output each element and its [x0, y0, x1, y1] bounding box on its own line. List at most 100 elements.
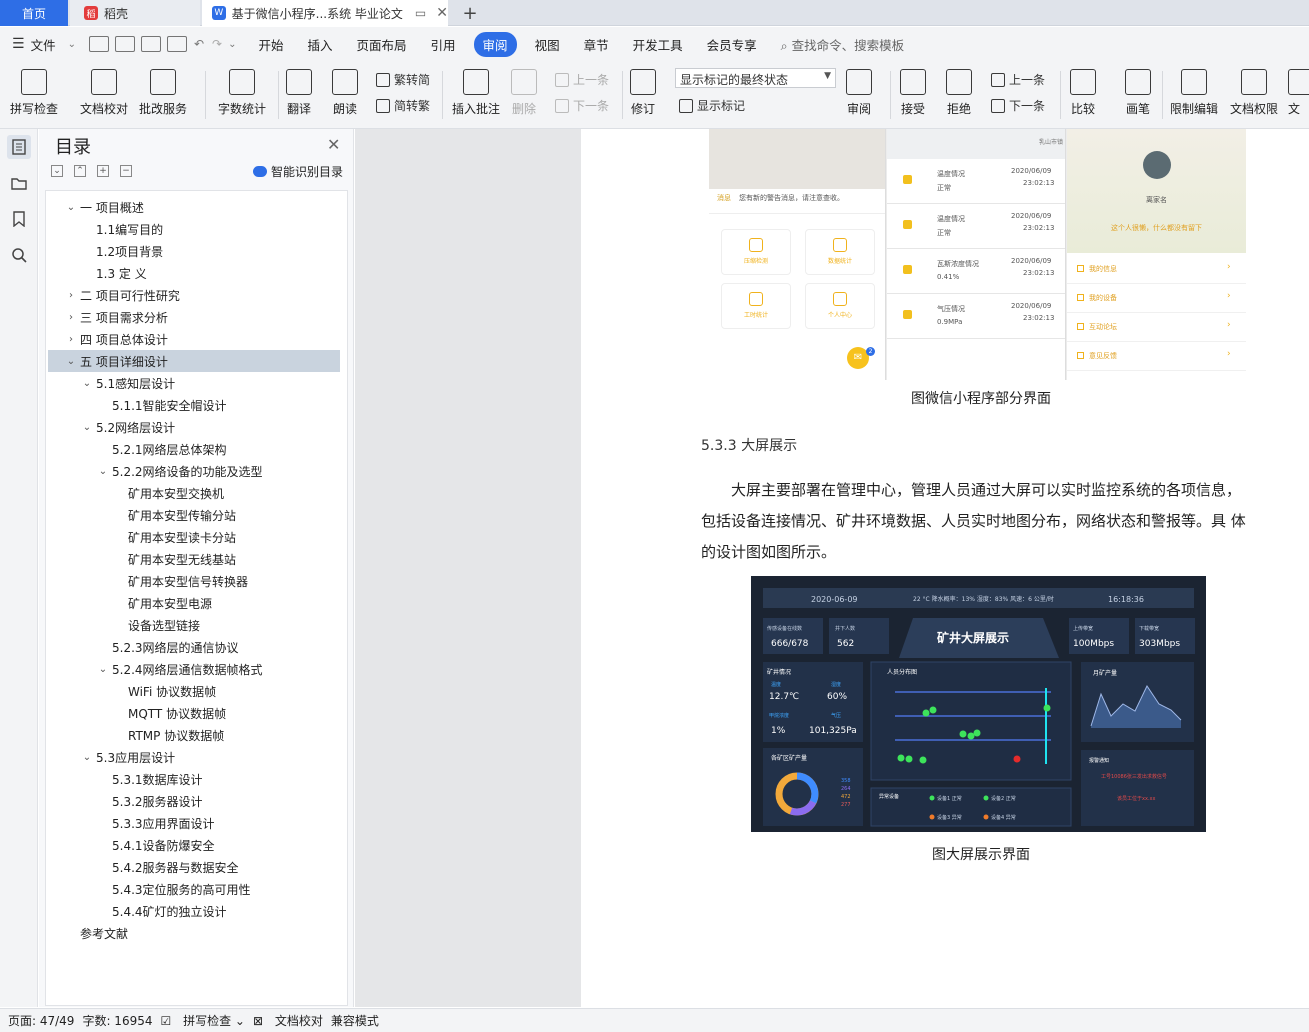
- doc-permission-button[interactable]: 文档权限: [1230, 65, 1278, 117]
- tab-document[interactable]: W 基于微信小程序...系统 毕业论文 ▭ ✕: [202, 0, 448, 26]
- toc-item[interactable]: ⌄ 5.3应用层设计: [48, 746, 340, 768]
- tab-close-icon[interactable]: ✕: [436, 5, 448, 21]
- toc-item[interactable]: › 四 项目总体设计: [48, 328, 340, 350]
- next-comment-button[interactable]: 下一条: [555, 97, 609, 114]
- toc-item[interactable]: ⌄ 5.1感知层设计: [48, 372, 340, 394]
- chevron-down-icon[interactable]: ⌄: [82, 422, 92, 433]
- toc-item[interactable]: 5.1.1智能安全帽设计: [48, 394, 340, 416]
- toc-item[interactable]: 矿用本安型电源: [48, 592, 340, 614]
- reject-button[interactable]: 拒绝: [946, 65, 972, 117]
- status-spell-check[interactable]: ☑ 拼写检查 ⌄: [161, 1012, 245, 1029]
- toc-item[interactable]: 矿用本安型传输分站: [48, 504, 340, 526]
- status-doc-proof[interactable]: ⊠ 文档校对: [253, 1012, 323, 1029]
- chevron-right-icon[interactable]: ›: [66, 312, 76, 323]
- toc-item[interactable]: › 二 项目可行性研究: [48, 284, 340, 306]
- chevron-down-icon[interactable]: ⌄: [98, 466, 108, 477]
- review-pane-button[interactable]: 审阅: [846, 65, 872, 117]
- toc-item[interactable]: 矿用本安型读卡分站: [48, 526, 340, 548]
- chevron-down-icon[interactable]: ⌄: [68, 39, 76, 50]
- ribbon-tab-4[interactable]: 审阅: [473, 31, 517, 57]
- toc-item[interactable]: 矿用本安型信号转换器: [48, 570, 340, 592]
- command-search[interactable]: ⌕ 查找命令、搜索模板: [781, 35, 905, 54]
- toc-item[interactable]: ⌄ 5.2.2网络设备的功能及选型: [48, 460, 340, 482]
- prev-change-button[interactable]: 上一条: [991, 71, 1045, 88]
- ribbon-tab-6[interactable]: 章节: [572, 35, 621, 54]
- restrict-edit-button[interactable]: 限制编辑: [1170, 65, 1218, 117]
- next-change-button[interactable]: 下一条: [991, 97, 1045, 114]
- export-pdf-icon[interactable]: [114, 36, 135, 52]
- save-icon[interactable]: [88, 36, 109, 52]
- ribbon-tab-5[interactable]: 视图: [523, 35, 572, 54]
- track-changes-button[interactable]: 修订: [630, 65, 656, 117]
- toc-item[interactable]: 设备选型链接: [48, 614, 340, 636]
- chevron-right-icon[interactable]: ›: [66, 290, 76, 301]
- toc-item[interactable]: 1.1编写目的: [48, 218, 340, 240]
- chevron-down-icon[interactable]: ⌄: [82, 378, 92, 389]
- ribbon-tab-2[interactable]: 页面布局: [345, 35, 419, 54]
- insert-comment-button[interactable]: 插入批注: [452, 65, 500, 117]
- toc-item[interactable]: 5.2.1网络层总体架构: [48, 438, 340, 460]
- toc-item[interactable]: 5.3.1数据库设计: [48, 768, 340, 790]
- markup-state-select[interactable]: 显示标记的最终状态 ▼: [675, 68, 836, 88]
- toc-item[interactable]: 矿用本安型交换机: [48, 482, 340, 504]
- toc-item[interactable]: ⌄ 一 项目概述: [48, 196, 340, 218]
- toc-item[interactable]: MQTT 协议数据帧: [48, 702, 340, 724]
- prev-comment-button[interactable]: 上一条: [555, 71, 609, 88]
- pen-button[interactable]: 画笔: [1125, 65, 1151, 117]
- ribbon-tab-3[interactable]: 引用: [419, 35, 468, 54]
- compare-button[interactable]: 比较: [1070, 65, 1096, 117]
- toc-item[interactable]: 矿用本安型无线基站: [48, 548, 340, 570]
- redo-icon[interactable]: ↷: [212, 37, 222, 51]
- doc-proof-button[interactable]: 文档校对: [80, 65, 128, 117]
- tab-home[interactable]: 首页: [0, 0, 68, 26]
- toc-item[interactable]: 5.3.2服务器设计: [48, 790, 340, 812]
- ribbon-tab-0[interactable]: 开始: [246, 35, 295, 54]
- word-count-button[interactable]: 字数统计: [218, 65, 266, 117]
- toc-item[interactable]: 5.4.4矿灯的独立设计: [48, 900, 340, 922]
- s2t-button[interactable]: 简转繁: [376, 97, 430, 114]
- document-page[interactable]: 消息 您有新的警告消息，请注意查收。 压缩检测 数据统计 工时统计 个人中心 ✉ 2 …: [581, 129, 1309, 1007]
- toc-item[interactable]: 5.3.3应用界面设计: [48, 812, 340, 834]
- spell-check-button[interactable]: 拼写检查: [10, 65, 58, 117]
- close-icon[interactable]: ✕: [327, 135, 340, 154]
- toc-item[interactable]: ⌄ 5.2.4网络层通信数据帧格式: [48, 658, 340, 680]
- toc-item[interactable]: 1.2项目背景: [48, 240, 340, 262]
- toc-item[interactable]: ⌄ 5.2网络层设计: [48, 416, 340, 438]
- quick-access-more-icon[interactable]: ⌄: [228, 39, 236, 50]
- add-heading-icon[interactable]: +: [97, 165, 109, 177]
- toc-item[interactable]: › 三 项目需求分析: [48, 306, 340, 328]
- search-icon[interactable]: [7, 243, 31, 267]
- bookmark-icon[interactable]: [7, 207, 31, 231]
- chapter-nav-icon[interactable]: [7, 171, 31, 195]
- chevron-down-icon[interactable]: ⌄: [66, 202, 76, 213]
- doc-more-button[interactable]: 文: [1288, 65, 1309, 117]
- word-count-indicator[interactable]: 字数: 16954: [82, 1012, 152, 1029]
- new-tab-icon[interactable]: +: [458, 0, 482, 26]
- toc-item[interactable]: RTMP 协议数据帧: [48, 724, 340, 746]
- tab-daoke[interactable]: 稻 稻壳: [70, 0, 200, 26]
- ribbon-tab-1[interactable]: 插入: [296, 35, 345, 54]
- toc-item[interactable]: WiFi 协议数据帧: [48, 680, 340, 702]
- hamburger-icon[interactable]: ☰: [12, 36, 25, 52]
- collapse-all-icon[interactable]: ⌄: [51, 165, 63, 177]
- t2s-button[interactable]: 繁转简: [376, 71, 430, 88]
- show-markup-button[interactable]: 显示标记: [679, 97, 745, 114]
- print-icon[interactable]: [140, 36, 161, 52]
- toc-item[interactable]: 参考文献: [48, 922, 340, 944]
- toc-item[interactable]: 5.4.2服务器与数据安全: [48, 856, 340, 878]
- batch-service-button[interactable]: 批改服务: [139, 65, 187, 117]
- undo-icon[interactable]: ↶: [194, 37, 204, 51]
- toc-item[interactable]: 1.3 定 义: [48, 262, 340, 284]
- chevron-down-icon[interactable]: ⌄: [66, 356, 76, 367]
- chevron-right-icon[interactable]: ›: [66, 334, 76, 345]
- toc-item[interactable]: 5.4.1设备防爆安全: [48, 834, 340, 856]
- chevron-down-icon[interactable]: ⌄: [98, 664, 108, 675]
- chevron-down-icon[interactable]: ⌄: [82, 752, 92, 763]
- tab-float-icon[interactable]: ▭: [415, 6, 426, 20]
- translate-button[interactable]: 翻译: [286, 65, 312, 117]
- accept-button[interactable]: 接受: [900, 65, 926, 117]
- delete-comment-button[interactable]: 删除: [511, 65, 537, 117]
- ribbon-tab-8[interactable]: 会员专享: [695, 35, 769, 54]
- toc-panel-icon[interactable]: [7, 135, 31, 159]
- toc-item[interactable]: 5.2.3网络层的通信协议: [48, 636, 340, 658]
